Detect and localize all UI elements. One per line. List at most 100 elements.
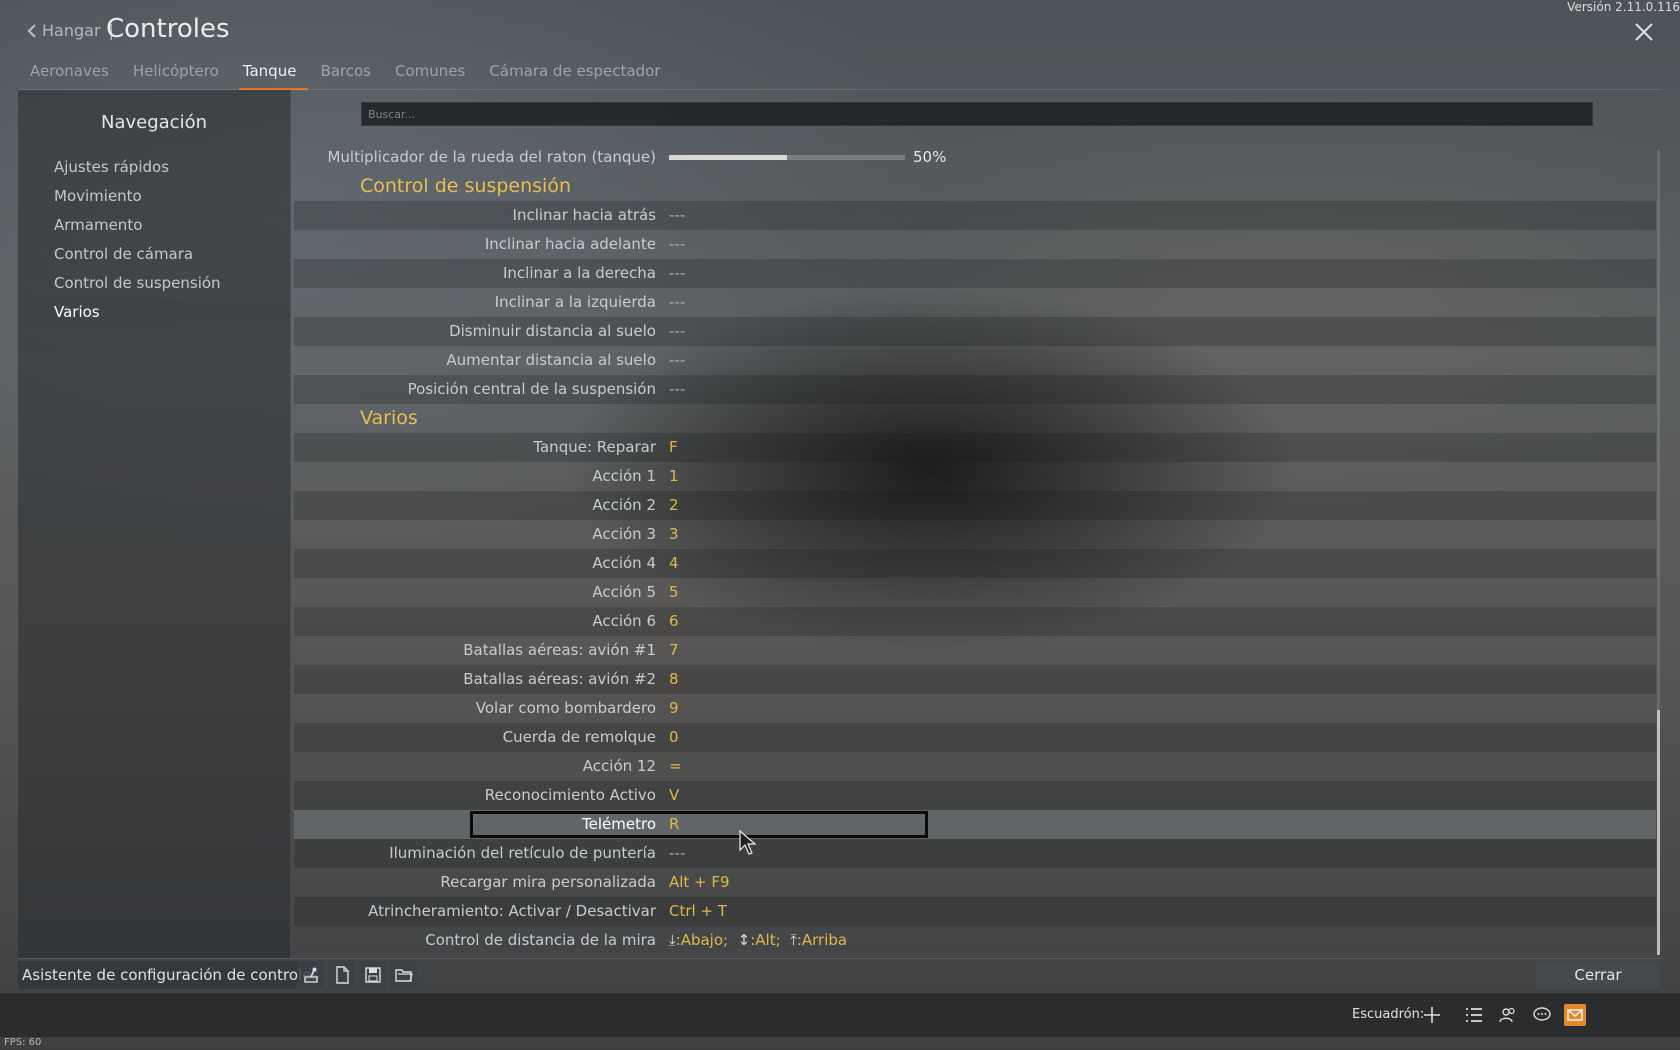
- binding-row[interactable]: Acción 1 1: [294, 462, 1656, 491]
- binding-row[interactable]: Inclinar hacia adelante ---: [294, 230, 1656, 259]
- close-button[interactable]: Cerrar: [1536, 961, 1660, 989]
- binding-row[interactable]: Atrincheramiento: Activar / Desactivar Ct…: [294, 897, 1656, 926]
- binding-row[interactable]: Acción 3 3: [294, 520, 1656, 549]
- binding-value: R: [669, 815, 680, 833]
- binding-value: 2: [669, 496, 679, 514]
- binding-row[interactable]: Control de distancia de la mira ⤓:Abajo;…: [294, 926, 1656, 955]
- save-preset-button[interactable]: [359, 961, 386, 989]
- list-button[interactable]: [1463, 1004, 1485, 1026]
- binding-row[interactable]: Acción 2 2: [294, 491, 1656, 520]
- binding-label: Recargar mira personalizada: [440, 873, 656, 891]
- binding-value: Alt + F9: [669, 873, 730, 891]
- sidebar-item-armamento[interactable]: Armamento: [18, 211, 290, 240]
- sidebar-item-control-camara[interactable]: Control de cámara: [18, 240, 290, 269]
- binding-label: Inclinar hacia adelante: [484, 235, 656, 253]
- binding-row[interactable]: Inclinar hacia atrás ---: [294, 201, 1656, 230]
- binding-label: Atrincheramiento: Activar / Desactivar: [368, 902, 656, 920]
- controls-wizard-button[interactable]: Asistente de configuración de controles: [18, 961, 324, 989]
- binding-value: ---: [669, 844, 686, 862]
- back-to-hangar-button[interactable]: Hangar |: [26, 21, 114, 40]
- binding-value: ---: [669, 351, 686, 369]
- binding-label: Posición central de la suspensión: [407, 380, 656, 398]
- slider-value: 50%: [913, 148, 947, 166]
- back-label: Hangar: [42, 21, 101, 40]
- add-squadron-button[interactable]: [1421, 1004, 1443, 1026]
- contacts-button[interactable]: [1497, 1004, 1519, 1026]
- axis-up-icon: ⤒: [790, 931, 797, 949]
- binding-row[interactable]: Cuerda de remolque 0: [294, 723, 1656, 752]
- version-label: Versión 2.11.0.116: [1567, 0, 1680, 14]
- binding-row[interactable]: Batallas aéreas: avión #2 8: [294, 665, 1656, 694]
- section-title-varios: Varios: [360, 407, 418, 429]
- tab-aeronaves[interactable]: Aeronaves: [30, 62, 121, 90]
- close-icon[interactable]: [1634, 22, 1654, 42]
- binding-value: ---: [669, 264, 686, 282]
- list-icon: [1466, 1008, 1482, 1022]
- floppy-disk-icon: [364, 967, 381, 983]
- binding-value: 7: [669, 641, 679, 659]
- binding-row-selected[interactable]: Telémetro R: [294, 810, 1656, 839]
- binding-value: 0: [669, 728, 679, 746]
- binding-label: Acción 12: [582, 757, 656, 775]
- binding-value: 8: [669, 670, 679, 688]
- mouse-wheel-multiplier-slider[interactable]: [669, 155, 905, 160]
- tab-comunes[interactable]: Comunes: [395, 62, 477, 90]
- binding-label: Control de distancia de la mira: [425, 931, 656, 949]
- binding-row[interactable]: Recargar mira personalizada Alt + F9: [294, 868, 1656, 897]
- binding-label: Inclinar a la izquierda: [494, 293, 656, 311]
- binding-row[interactable]: Volar como bombardero 9: [294, 694, 1656, 723]
- binding-row[interactable]: Inclinar a la derecha ---: [294, 259, 1656, 288]
- binding-label: Inclinar hacia atrás: [512, 206, 656, 224]
- open-preset-button[interactable]: [390, 961, 417, 989]
- binding-row[interactable]: Acción 12 =: [294, 752, 1656, 781]
- binding-label: Acción 4: [592, 554, 656, 572]
- binding-row[interactable]: Acción 5 5: [294, 578, 1656, 607]
- axis-up-label: Arriba: [801, 931, 848, 949]
- import-preset-button[interactable]: [297, 961, 324, 989]
- binding-row[interactable]: Disminuir distancia al suelo ---: [294, 317, 1656, 346]
- binding-row[interactable]: Inclinar a la izquierda ---: [294, 288, 1656, 317]
- chat-button[interactable]: [1531, 1004, 1553, 1026]
- binding-value: 3: [669, 525, 679, 543]
- tab-barcos[interactable]: Barcos: [320, 62, 383, 90]
- sidebar-item-ajustes-rapidos[interactable]: Ajustes rápidos: [18, 153, 290, 182]
- binding-row[interactable]: Tanque: Reparar F: [294, 433, 1656, 462]
- binding-row[interactable]: Iluminación del retículo de puntería ---: [294, 839, 1656, 868]
- binding-row[interactable]: Acción 6 6: [294, 607, 1656, 636]
- binding-value: ---: [669, 235, 686, 253]
- sidebar-title: Navegación: [101, 112, 207, 133]
- binding-value: 4: [669, 554, 679, 572]
- scrollbar-thumb[interactable]: [1657, 710, 1660, 955]
- binding-label: Batallas aéreas: avión #2: [463, 670, 656, 688]
- binding-label: Iluminación del retículo de puntería: [389, 844, 656, 862]
- binding-value: Ctrl + T: [669, 902, 727, 920]
- binding-row[interactable]: Batallas aéreas: avión #1 7: [294, 636, 1656, 665]
- tab-camara-espectador[interactable]: Cámara de espectador: [489, 62, 672, 90]
- settings-list: Multiplicador de la rueda del raton (tan…: [294, 143, 1656, 955]
- binding-row[interactable]: Aumentar distancia al suelo ---: [294, 346, 1656, 375]
- binding-value: 9: [669, 699, 679, 717]
- sidebar-item-control-suspension[interactable]: Control de suspensión: [18, 269, 290, 298]
- search-input[interactable]: Buscar...: [361, 102, 1593, 126]
- binding-label: Batallas aéreas: avión #1: [463, 641, 656, 659]
- new-preset-button[interactable]: [328, 961, 355, 989]
- binding-row[interactable]: Posición central de la suspensión ---: [294, 375, 1656, 404]
- binding-value: 1: [669, 467, 679, 485]
- binding-value: F: [669, 438, 678, 456]
- binding-label: Acción 5: [592, 583, 656, 601]
- binding-row[interactable]: Reconocimiento Activo V: [294, 781, 1656, 810]
- binding-label: Acción 1: [592, 467, 656, 485]
- page-title: Controles: [106, 14, 230, 44]
- binding-label: Acción 6: [592, 612, 656, 630]
- tab-bar: Aeronaves Helicóptero Tanque Barcos Comu…: [30, 62, 684, 90]
- mail-button[interactable]: [1564, 1004, 1586, 1026]
- joystick-icon: [303, 967, 318, 983]
- binding-value: 6: [669, 612, 679, 630]
- sidebar-item-movimiento[interactable]: Movimiento: [18, 182, 290, 211]
- binding-row[interactable]: Acción 4 4: [294, 549, 1656, 578]
- tab-tanque[interactable]: Tanque: [238, 62, 309, 90]
- sidebar-item-varios[interactable]: Varios: [18, 298, 290, 327]
- tab-helicoptero[interactable]: Helicóptero: [133, 62, 231, 90]
- folder-icon: [394, 969, 413, 982]
- bottom-divider: [18, 958, 1662, 959]
